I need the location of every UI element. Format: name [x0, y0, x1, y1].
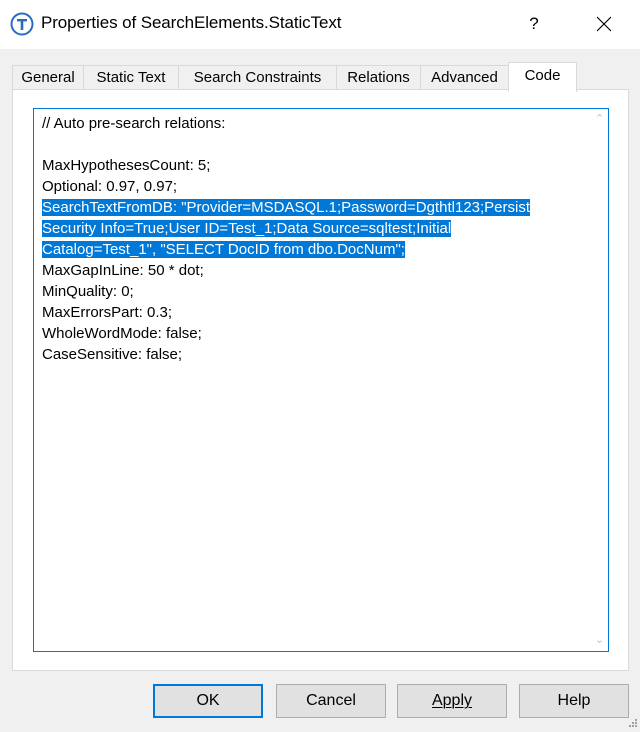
code-line-text: Optional: 0.97, 0.97; [42, 178, 178, 195]
help-title-button[interactable]: ? [508, 4, 560, 44]
code-line: MinQuality: 0; [42, 281, 582, 302]
tab-code[interactable]: Code [508, 62, 577, 92]
apply-button[interactable]: Apply [397, 684, 507, 718]
app-t-icon [10, 12, 34, 36]
code-line: MaxGapInLine: 50 * dot; [42, 260, 582, 281]
code-line: MaxHypothesesCount: 5; [42, 155, 582, 176]
tab-general[interactable]: General [12, 65, 84, 90]
code-line-text: MinQuality: 0; [42, 283, 134, 300]
code-line: Catalog=Test_1", "SELECT DocID from dbo.… [42, 239, 582, 260]
selected-code-text: Security Info=True;User ID=Test_1;Data S… [42, 220, 452, 237]
help-button[interactable]: Help [519, 684, 629, 718]
dialog-body: General Static Text Search Constraints R… [0, 49, 640, 732]
vertical-scrollbar[interactable]: ⌃ ⌄ [591, 109, 608, 651]
code-line-text: MaxErrorsPart: 0.3; [42, 304, 173, 321]
selected-code-text: SearchTextFromDB: "Provider=MSDASQL.1;Pa… [42, 199, 531, 216]
code-line-text: CaseSensitive: false; [42, 346, 183, 363]
code-line-text: MaxHypothesesCount: 5; [42, 157, 211, 174]
apply-button-label: Apply [431, 692, 473, 709]
tab-advanced[interactable]: Advanced [420, 65, 509, 90]
ok-button[interactable]: OK [153, 684, 263, 718]
code-line: Security Info=True;User ID=Test_1;Data S… [42, 218, 582, 239]
scroll-up-arrow-icon[interactable]: ⌃ [591, 111, 608, 128]
scroll-down-arrow-icon[interactable]: ⌄ [591, 632, 608, 649]
code-line: Optional: 0.97, 0.97; [42, 176, 582, 197]
tab-search-constraints[interactable]: Search Constraints [178, 65, 337, 90]
code-line: WholeWordMode: false; [42, 323, 582, 344]
tab-static-text[interactable]: Static Text [83, 65, 179, 90]
code-line: SearchTextFromDB: "Provider=MSDASQL.1;Pa… [42, 197, 582, 218]
code-line-text: // Auto pre-search relations: [42, 115, 226, 132]
code-line: MaxErrorsPart: 0.3; [42, 302, 582, 323]
code-line-text: MaxGapInLine: 50 * dot; [42, 262, 204, 279]
code-text[interactable]: // Auto pre-search relations: MaxHypothe… [42, 113, 582, 365]
code-tab-panel: // Auto pre-search relations: MaxHypothe… [12, 89, 629, 671]
code-line [42, 134, 582, 155]
close-button[interactable] [578, 4, 630, 44]
cancel-button[interactable]: Cancel [276, 684, 386, 718]
code-line: // Auto pre-search relations: [42, 113, 582, 134]
close-icon [596, 16, 612, 32]
title-bar: Properties of SearchElements.StaticText … [0, 0, 640, 49]
selected-code-text: Catalog=Test_1", "SELECT DocID from dbo.… [42, 241, 405, 258]
window-title: Properties of SearchElements.StaticText [41, 13, 342, 32]
code-line-text: WholeWordMode: false; [42, 325, 202, 342]
tab-relations[interactable]: Relations [336, 65, 421, 90]
code-line: CaseSensitive: false; [42, 344, 582, 365]
resize-grip-icon[interactable] [626, 718, 638, 730]
code-editor[interactable]: // Auto pre-search relations: MaxHypothe… [33, 108, 609, 652]
